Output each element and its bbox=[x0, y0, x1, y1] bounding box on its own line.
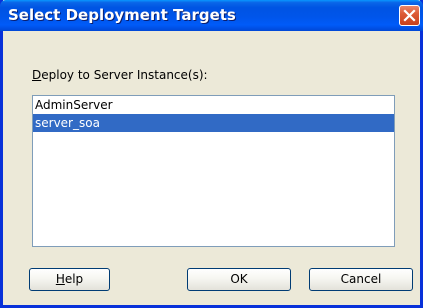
deploy-label-mnemonic: D bbox=[32, 68, 42, 82]
list-item-adminserver[interactable]: AdminServer bbox=[33, 96, 394, 114]
deploy-targets-label: Deploy to Server Instance(s): bbox=[32, 68, 208, 82]
help-label: elp bbox=[64, 272, 84, 286]
close-button[interactable] bbox=[399, 5, 420, 26]
cancel-button[interactable]: Cancel bbox=[309, 268, 413, 291]
server-instance-list[interactable]: AdminServer server_soa bbox=[32, 95, 395, 247]
ok-button[interactable]: OK bbox=[187, 268, 291, 291]
list-item-server-soa[interactable]: server_soa bbox=[33, 114, 394, 132]
title-bar[interactable]: Select Deployment Targets bbox=[0, 0, 423, 31]
close-icon bbox=[403, 9, 416, 22]
dialog-title: Select Deployment Targets bbox=[8, 6, 236, 24]
help-button[interactable]: Help bbox=[29, 268, 110, 291]
deploy-label-text: eploy to Server Instance(s): bbox=[41, 68, 208, 82]
select-deployment-targets-dialog: Select Deployment Targets Deploy to Serv… bbox=[0, 0, 423, 308]
help-mnemonic: H bbox=[55, 272, 65, 286]
